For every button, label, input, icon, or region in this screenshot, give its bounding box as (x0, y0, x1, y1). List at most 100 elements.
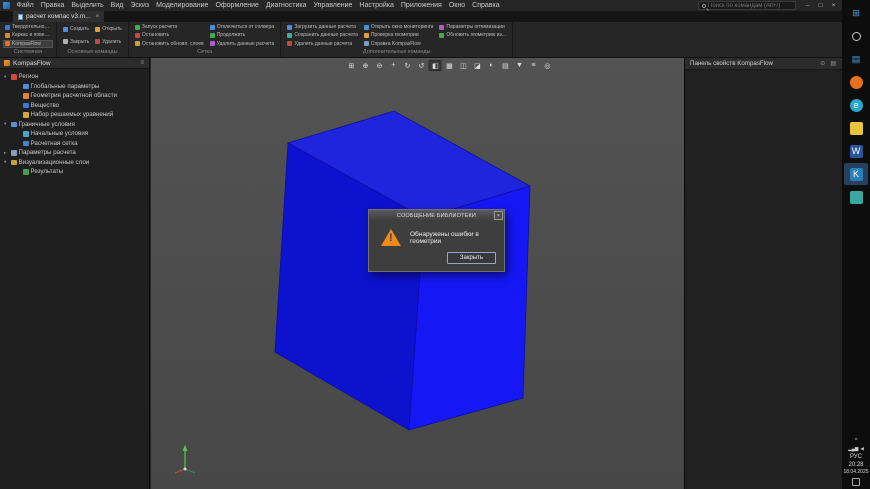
tab-close-icon[interactable]: × (96, 14, 100, 20)
menu-item[interactable]: Выделить (68, 2, 107, 9)
close-button[interactable]: × (827, 0, 840, 11)
ribbon-button[interactable]: Закрыть (60, 36, 92, 49)
expander-icon[interactable]: ▸ (4, 150, 9, 156)
tree-panel-menu-icon[interactable]: ≡ (139, 60, 145, 66)
document-tab[interactable]: расчет компас v3.m... × (13, 11, 104, 22)
menu-item[interactable]: Настройка (356, 2, 397, 9)
tree-item[interactable]: Набор решаемых уравнений (0, 110, 149, 120)
explorer-icon[interactable] (844, 117, 868, 139)
ribbon-button[interactable]: Отключиться от солвера (207, 23, 278, 31)
ribbon-mode-button[interactable]: Твердотельное моделирование (3, 23, 53, 31)
ribbon-button[interactable]: Удалить данные расчета (284, 40, 360, 48)
shaded-display-icon[interactable]: ◧ (429, 60, 442, 71)
firefox-icon[interactable] (844, 71, 868, 93)
kompasflow-icon[interactable] (844, 186, 868, 208)
ribbon-button[interactable]: Продолжить (207, 31, 278, 39)
dialog-close-button[interactable]: Закрыть (447, 252, 496, 264)
taskview-icon[interactable]: ▤ (844, 48, 868, 70)
filter-icon[interactable]: ▼ (513, 60, 526, 71)
tree-item[interactable]: Начальные условия (0, 129, 149, 139)
model-cube (151, 58, 684, 489)
clip-plane-icon[interactable]: ◐ (485, 60, 498, 71)
command-list-icon[interactable]: ≡ (527, 60, 540, 71)
panel-layout-icon[interactable]: ▤ (829, 60, 837, 67)
menu-item[interactable]: Эскиз (127, 2, 153, 9)
clock-time[interactable]: 20:28 (848, 462, 863, 468)
menu-item[interactable]: Диагностика (262, 2, 310, 9)
menu-item[interactable]: Управление (310, 2, 356, 9)
expander-icon[interactable]: ▾ (4, 121, 9, 127)
expander-icon[interactable]: ▾ (4, 74, 9, 80)
orbit-icon[interactable]: ↺ (415, 60, 428, 71)
ribbon-button[interactable]: Справка KompasFlow (361, 40, 437, 48)
tree-item[interactable]: ▸ Параметры расчета (0, 148, 149, 158)
measure-icon[interactable]: ◎ (541, 60, 554, 71)
tree-item-icon (23, 103, 29, 109)
layers-icon[interactable]: ▤ (499, 60, 512, 71)
menu-item[interactable]: Правка (37, 2, 68, 9)
gear-icon[interactable]: ⊙ (819, 60, 826, 67)
section-view-icon[interactable]: ◪ (471, 60, 484, 71)
ribbon-button[interactable]: Параметры оптимизации (436, 23, 509, 31)
command-search-input[interactable] (708, 3, 792, 9)
app-logo-icon[interactable] (3, 2, 10, 9)
menu-item[interactable]: Окно (445, 2, 468, 9)
ribbon-button[interactable]: Удалить (92, 36, 125, 49)
notification-center-icon[interactable] (852, 478, 860, 486)
properties-panel-body (685, 70, 842, 489)
ribbon-mode-button[interactable]: KompasFlow (3, 40, 53, 48)
menu-item[interactable]: Вид (107, 2, 127, 9)
tree-item[interactable]: ▾ Граничные условия (0, 120, 149, 130)
pan-icon[interactable]: + (387, 60, 400, 71)
zoom-out-icon[interactable]: ⊖ (373, 60, 386, 71)
language-indicator[interactable]: РУС (850, 454, 862, 460)
dialog-titlebar[interactable]: СООБЩЕНИЕ БИБЛИОТЕКИ × (369, 210, 504, 221)
ribbon-button[interactable]: Обновить геометрию из... (436, 31, 509, 39)
tray-expand-icon[interactable]: ^ (855, 438, 858, 444)
zoom-window-icon[interactable]: ⊞ (345, 60, 358, 71)
minimize-button[interactable]: – (801, 0, 814, 11)
rotate-icon[interactable]: ↻ (401, 60, 414, 71)
ribbon-button-icon (439, 33, 444, 38)
tree-item[interactable]: ▾ Визуализационные слои (0, 158, 149, 168)
ribbon-button[interactable]: Открыть окно мониторинга (361, 23, 437, 31)
menu-item[interactable]: Справка (469, 2, 503, 9)
maximize-button[interactable]: □ (814, 0, 827, 11)
ribbon-mode-button[interactable]: Каркас и поверхности (3, 31, 53, 39)
clock-date[interactable]: 18.04.2025 (843, 470, 868, 476)
network-icon[interactable]: ▂▄▆ (848, 446, 858, 452)
menu-item[interactable]: Приложения (397, 2, 445, 9)
ribbon-button[interactable]: Сохранить данные расчета (284, 31, 360, 39)
wireframe-display-icon[interactable]: ▦ (443, 60, 456, 71)
word-icon[interactable]: W (844, 140, 868, 162)
menu-item[interactable]: Файл (13, 2, 37, 9)
ribbon-group-system: Твердотельное моделирование Каркас и пов… (0, 22, 57, 57)
ribbon-button[interactable]: Остановить (132, 31, 207, 39)
ribbon-button[interactable]: Загрузить данные расчета (284, 23, 360, 31)
tree-item[interactable]: Глобальные параметры (0, 82, 149, 92)
search-icon[interactable] (844, 25, 868, 47)
ribbon-button[interactable]: Открыть (92, 23, 125, 36)
tree-item[interactable]: Вещество (0, 101, 149, 111)
tree-item[interactable]: Геометрия расчетной области (0, 91, 149, 101)
menu-item[interactable]: Оформление (212, 2, 262, 9)
3d-viewport[interactable]: ⊞ ⊕ ⊖ + ↻ ↺ ◧ ▦ ◫ ◪ ◐ ▤ (151, 58, 684, 489)
dialog-close-icon[interactable]: × (494, 211, 503, 220)
ribbon-button[interactable]: Запуск расчета (132, 23, 207, 31)
volume-icon[interactable]: ◀ (860, 446, 863, 452)
command-search[interactable] (698, 1, 796, 10)
hidden-lines-icon[interactable]: ◫ (457, 60, 470, 71)
menu-item[interactable]: Моделирование (153, 2, 212, 9)
tree-item[interactable]: ▾ Регион (0, 72, 149, 82)
kompas-icon[interactable]: K (844, 163, 868, 185)
start-button[interactable]: ⊞ (844, 2, 868, 24)
tree-item[interactable]: Результаты (0, 167, 149, 177)
expander-icon[interactable]: ▾ (4, 159, 9, 165)
edge-icon[interactable]: e (844, 94, 868, 116)
ribbon-button[interactable]: Создать (60, 23, 92, 36)
ribbon-button[interactable]: Проверка геометрии (361, 31, 437, 39)
zoom-in-icon[interactable]: ⊕ (359, 60, 372, 71)
ribbon-button[interactable]: Остановить обновл. слоев (132, 40, 207, 48)
ribbon-button[interactable]: Удалить данные расчета (207, 40, 278, 48)
tree-item[interactable]: Расчетная сетка (0, 139, 149, 149)
